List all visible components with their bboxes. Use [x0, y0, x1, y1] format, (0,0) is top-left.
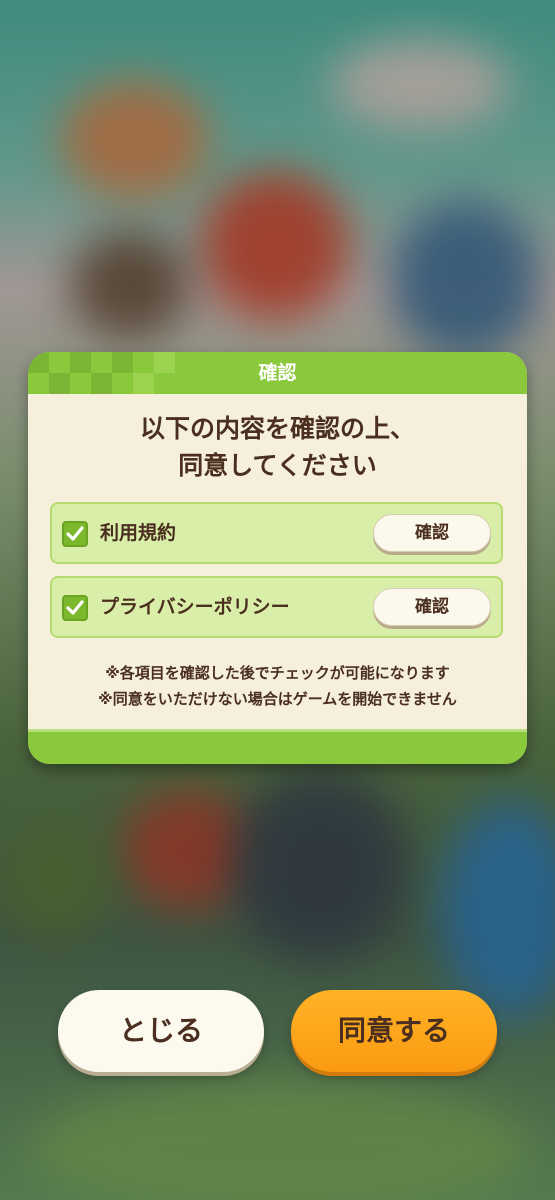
- message-line-2: 同意してください: [178, 451, 377, 480]
- note-line-1: ※各項目を確認した後でチェックが可能になります: [105, 664, 450, 682]
- checkmark-icon: [66, 600, 84, 615]
- dialog-footer: [28, 729, 527, 764]
- checkmark-icon: [66, 526, 84, 541]
- terms-confirm-button[interactable]: 確認: [373, 514, 491, 552]
- privacy-label: プライバシーポリシー: [100, 596, 290, 618]
- message-line-1: 以下の内容を確認の上、: [139, 414, 415, 443]
- consent-dialog: 確認 以下の内容を確認の上、 同意してください 利用規約 確認 プライバシーポリ…: [28, 352, 527, 764]
- privacy-confirm-button[interactable]: 確認: [373, 588, 491, 626]
- terms-label: 利用規約: [100, 522, 177, 544]
- dialog-header: 確認: [28, 352, 527, 394]
- close-button[interactable]: とじる: [58, 990, 264, 1072]
- agree-button[interactable]: 同意する: [291, 990, 497, 1072]
- terms-of-service-row: 利用規約 確認: [50, 502, 503, 564]
- note-line-2: ※同意をいただけない場合はゲームを開始できません: [98, 690, 457, 708]
- privacy-policy-row: プライバシーポリシー 確認: [50, 576, 503, 638]
- dialog-message: 以下の内容を確認の上、 同意してください: [28, 410, 527, 484]
- dialog-title: 確認: [258, 362, 297, 384]
- privacy-checkbox[interactable]: [62, 595, 88, 621]
- dialog-notes: ※各項目を確認した後でチェックが可能になります ※同意をいただけない場合はゲーム…: [28, 660, 527, 712]
- terms-checkbox[interactable]: [62, 521, 88, 547]
